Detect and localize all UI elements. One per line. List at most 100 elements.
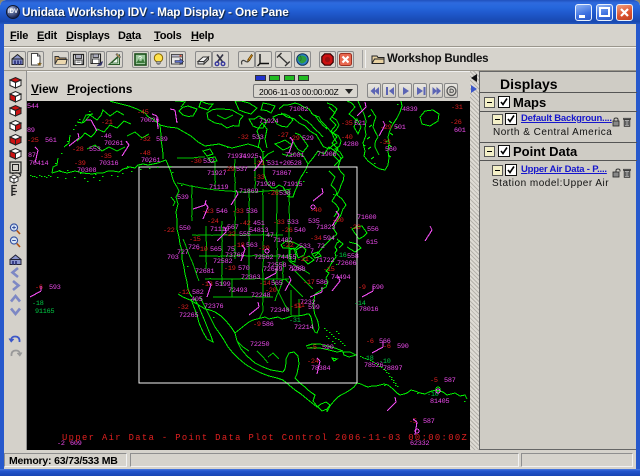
svg-text:72558: 72558 (267, 262, 287, 270)
svg-text:533: 533 (252, 134, 264, 142)
svg-text:533: 533 (299, 243, 311, 251)
svg-text:70261: 70261 (104, 140, 124, 148)
svg-text:532: 532 (203, 158, 215, 166)
svg-text:-22: -22 (282, 242, 294, 250)
svg-text:71906: 71906 (317, 151, 337, 159)
svg-text:-15: -15 (189, 236, 201, 244)
svg-text:7: 7 (310, 248, 314, 256)
svg-text:587: 587 (444, 377, 456, 385)
svg-text:70261: 70261 (141, 157, 161, 165)
svg-text:4280: 4280 (343, 141, 359, 149)
svg-text:70308: 70308 (77, 167, 97, 175)
svg-text:540: 540 (294, 227, 306, 235)
svg-text:538: 538 (279, 190, 291, 198)
svg-text:561: 561 (45, 137, 57, 145)
svg-text:-28: -28 (72, 146, 84, 154)
svg-text:-30: -30 (190, 158, 202, 166)
svg-text:-6: -6 (383, 343, 391, 351)
svg-text:78897: 78897 (383, 365, 403, 373)
svg-text:78016: 78016 (359, 306, 379, 314)
svg-text:71924: 71924 (259, 118, 279, 126)
svg-text:72265: 72265 (179, 312, 199, 320)
svg-text:78384: 78384 (311, 365, 331, 373)
svg-text:587: 587 (423, 418, 435, 426)
svg-text:536: 536 (246, 208, 258, 216)
svg-text:593: 593 (49, 284, 61, 292)
svg-text:-35: -35 (341, 120, 353, 128)
svg-text:-9: -9 (253, 321, 261, 329)
svg-text:-33: -33 (232, 208, 244, 216)
svg-text:7232: 7232 (300, 299, 316, 307)
svg-text:-45: -45 (137, 109, 149, 117)
svg-text:74494: 74494 (331, 274, 351, 282)
svg-text:567: 567 (227, 224, 239, 232)
svg-text:-24: -24 (207, 218, 219, 226)
svg-text:71082: 71082 (289, 106, 309, 114)
svg-text:-32: -32 (139, 136, 151, 144)
svg-text:71869: 71869 (239, 188, 259, 196)
svg-text:451: 451 (253, 220, 265, 228)
svg-text:-34: -34 (310, 235, 322, 243)
svg-text:71119: 71119 (209, 184, 229, 192)
svg-text:590: 590 (322, 344, 334, 352)
svg-text:539: 539 (177, 194, 189, 202)
svg-text:4839: 4839 (402, 106, 418, 114)
svg-text:726: 726 (188, 244, 200, 252)
svg-text:-6: -6 (35, 284, 43, 292)
svg-text:91165: 91165 (35, 308, 55, 316)
svg-text:71867: 71867 (272, 170, 292, 178)
svg-text:-33: -33 (273, 219, 285, 227)
svg-text:-25: -25 (27, 137, 39, 145)
svg-text:71915: 71915 (283, 181, 303, 189)
svg-text:550: 550 (179, 225, 191, 233)
svg-text:71722: 71722 (315, 257, 335, 265)
svg-text:-14: -14 (259, 280, 271, 288)
svg-text:81405: 81405 (430, 398, 450, 406)
svg-text:-6: -6 (366, 338, 374, 346)
svg-text:70026: 70026 (140, 117, 160, 125)
svg-text:71081: 71081 (285, 152, 305, 160)
svg-text:521: 521 (354, 120, 366, 128)
svg-text:544: 544 (27, 103, 39, 111)
svg-text:-19: -19 (224, 265, 236, 273)
svg-text:563: 563 (246, 242, 258, 250)
svg-text:-16: -16 (335, 252, 347, 260)
svg-text:71934: 71934 (227, 153, 247, 161)
svg-text:-12: -12 (178, 289, 190, 297)
svg-text:-17: -17 (303, 279, 315, 287)
svg-text:-18: -18 (32, 300, 44, 308)
svg-text:-9: -9 (358, 284, 366, 292)
svg-text:615: 615 (366, 239, 378, 247)
svg-text:-32: -32 (237, 134, 249, 142)
svg-text:539: 539 (156, 136, 168, 144)
svg-text:-26: -26 (281, 227, 293, 235)
svg-text:87: 87 (28, 152, 36, 160)
svg-text:-22: -22 (163, 227, 175, 235)
svg-text:?: ? (138, 56, 142, 63)
svg-text:74455: 74455 (277, 254, 297, 262)
svg-text:537: 537 (236, 166, 248, 174)
svg-text:70316: 70316 (99, 160, 119, 168)
svg-text:556: 556 (367, 226, 379, 234)
svg-text:+20: +20 (279, 160, 291, 168)
svg-text:1263: 1263 (290, 266, 306, 274)
svg-text:72: 72 (317, 243, 325, 251)
svg-text:72363: 72363 (241, 274, 261, 282)
svg-text:586: 586 (316, 279, 328, 287)
svg-text:-23: -23 (202, 208, 214, 216)
svg-text:-20: -20 (349, 224, 361, 232)
svg-text:533: 533 (287, 219, 299, 227)
svg-text:586: 586 (262, 321, 274, 329)
svg-text:-15: -15 (323, 266, 335, 274)
svg-text:601: 601 (454, 127, 466, 135)
svg-text:565: 565 (210, 246, 222, 254)
svg-text:528: 528 (290, 160, 302, 168)
svg-text:71600: 71600 (357, 214, 377, 222)
svg-text:72681: 72681 (195, 268, 215, 276)
svg-text:-26: -26 (267, 190, 279, 198)
svg-text:72250: 72250 (250, 341, 270, 349)
svg-text:405: 405 (191, 296, 203, 304)
svg-text:-29: -29 (288, 135, 300, 143)
svg-text:-21: -21 (297, 256, 309, 264)
svg-text:-5: -5 (309, 344, 317, 352)
